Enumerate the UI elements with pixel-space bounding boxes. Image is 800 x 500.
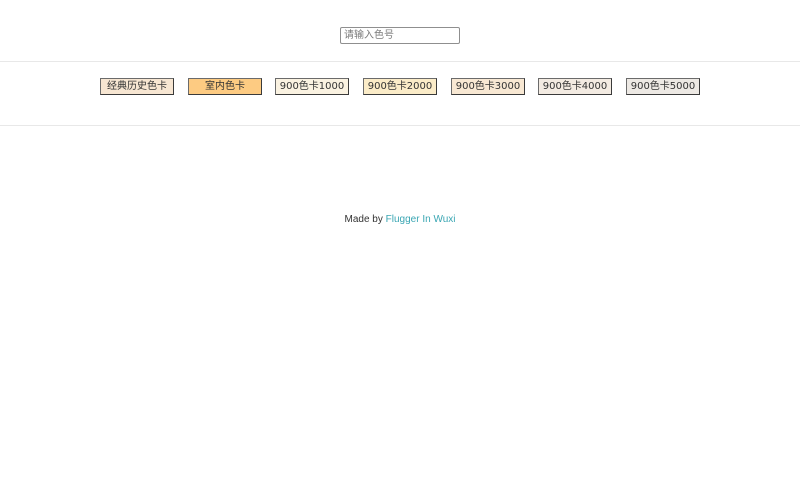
footer-made-by-text: Made by — [344, 214, 386, 225]
tab-900-color-card-4000[interactable]: 900色卡4000 — [538, 78, 612, 95]
footer-author-link[interactable]: Flugger In Wuxi — [386, 214, 456, 225]
tab-900-color-card-2000[interactable]: 900色卡2000 — [363, 78, 437, 95]
tab-900-color-card-1000[interactable]: 900色卡1000 — [275, 78, 349, 95]
color-code-search-input[interactable] — [340, 27, 460, 44]
tab-classic-history-color-card[interactable]: 经典历史色卡 — [100, 78, 174, 95]
tab-900-color-card-5000[interactable]: 900色卡5000 — [626, 78, 700, 95]
footer-credit: Made by Flugger In Wuxi — [0, 214, 800, 225]
tab-900-color-card-3000[interactable]: 900色卡3000 — [451, 78, 525, 95]
search-bar — [0, 0, 800, 62]
color-card-tab-bar: 经典历史色卡 室内色卡 900色卡1000 900色卡2000 900色卡300… — [0, 62, 800, 126]
tab-interior-color-card[interactable]: 室内色卡 — [188, 78, 262, 95]
